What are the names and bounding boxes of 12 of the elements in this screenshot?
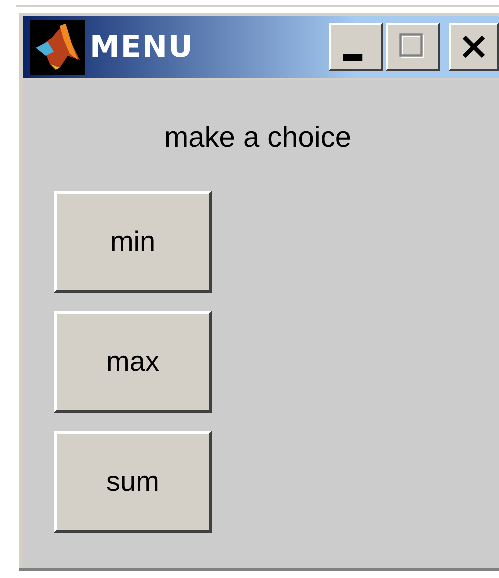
choice-button[interactable]: max — [54, 311, 212, 413]
close-button[interactable] — [449, 23, 499, 71]
minimize-icon — [343, 54, 363, 60]
app-icon — [30, 20, 85, 74]
prompt-label: make a choice — [164, 122, 352, 155]
window-title: MENU — [90, 30, 194, 64]
close-icon — [460, 33, 488, 61]
minimize-button[interactable] — [329, 23, 383, 71]
maximize-button[interactable] — [386, 23, 440, 71]
maximize-icon — [399, 33, 427, 61]
choice-button[interactable]: sum — [54, 431, 212, 533]
choice-button[interactable]: min — [54, 191, 212, 293]
